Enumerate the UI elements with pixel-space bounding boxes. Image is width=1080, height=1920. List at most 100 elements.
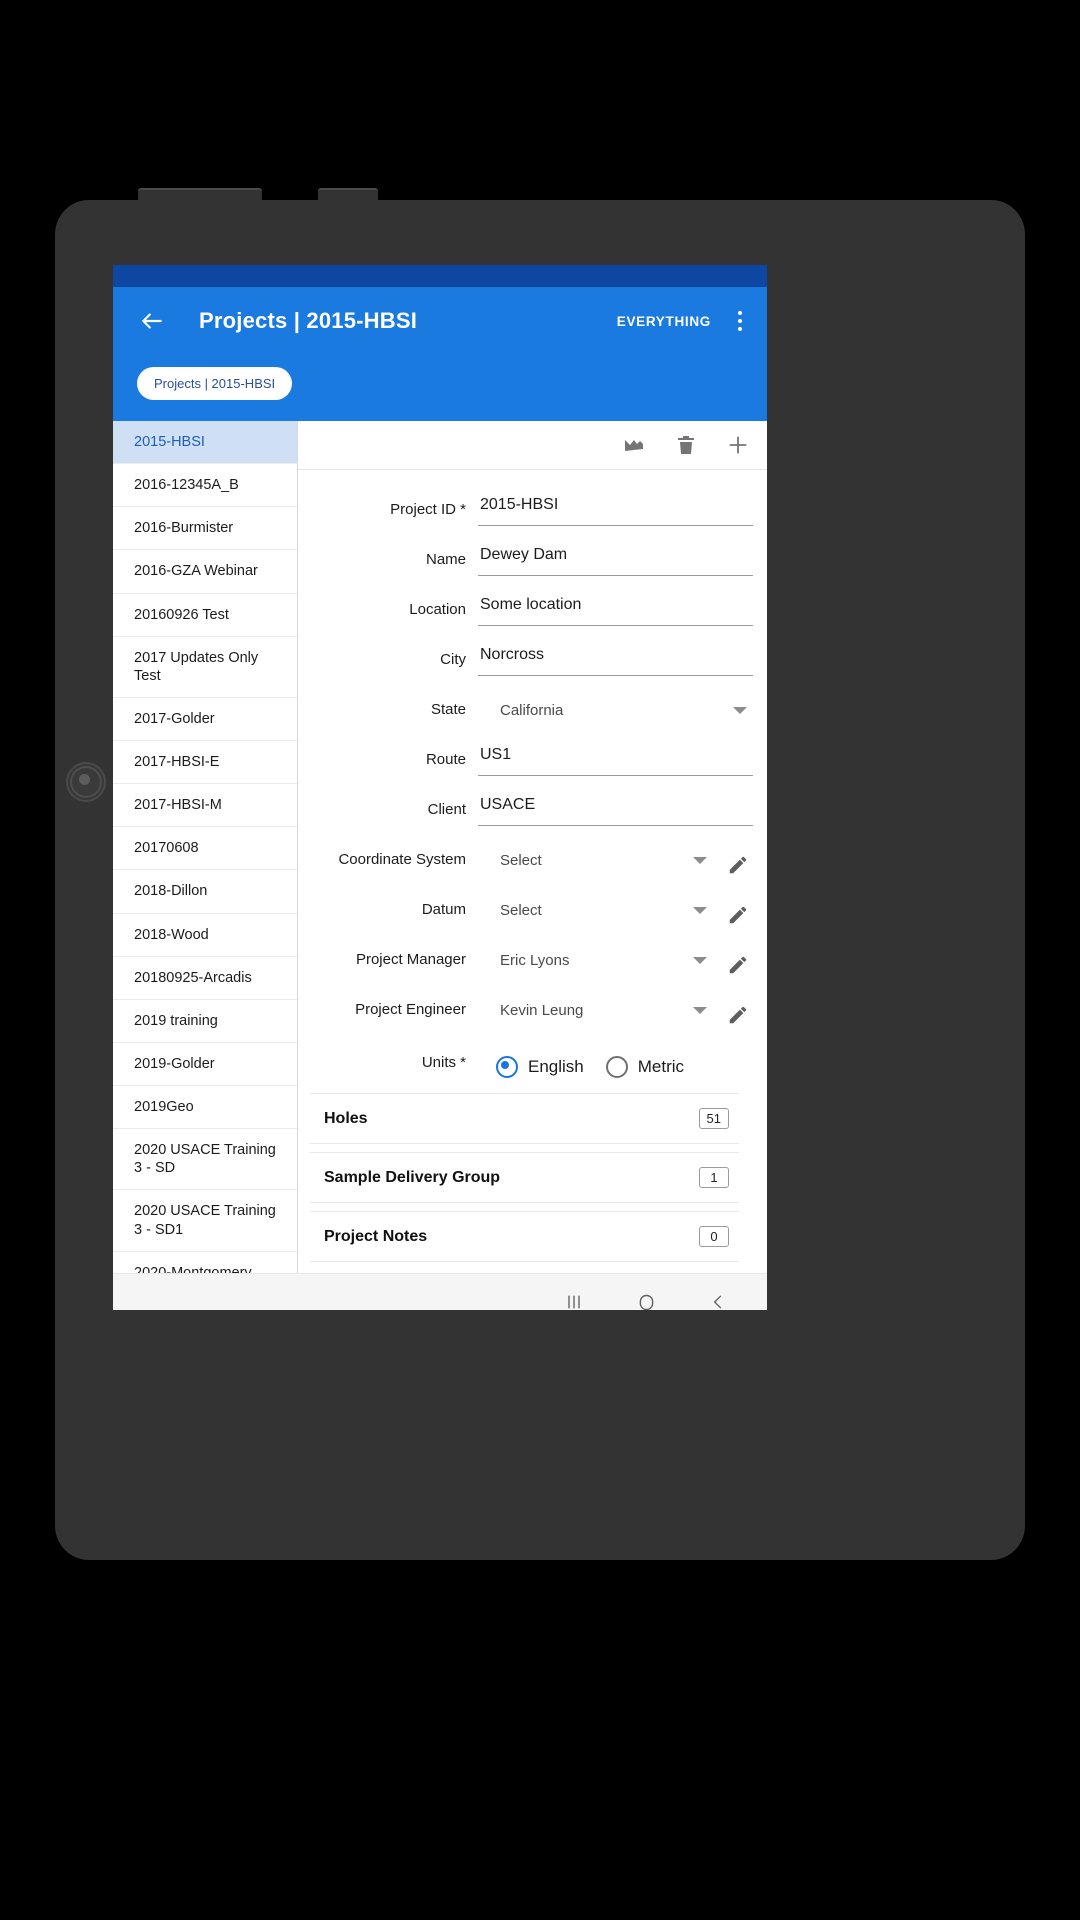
units-label: Units * bbox=[421, 1054, 466, 1071]
everything-button[interactable]: EVERYTHING bbox=[617, 314, 711, 329]
chevron-down-icon bbox=[693, 1007, 707, 1014]
sidebar-item-label: 2017-HBSI-E bbox=[134, 754, 220, 770]
field-project-manager: Project Manager Eric Lyons bbox=[298, 940, 753, 976]
radio-metric-label: Metric bbox=[637, 1056, 685, 1076]
sidebar-item-2015-hbsi[interactable]: 2015-HBSI bbox=[113, 421, 297, 465]
sidebar-item-2019-training[interactable]: 2019 training bbox=[113, 1000, 297, 1043]
units-radio-group[interactable]: English Metric bbox=[478, 1055, 713, 1078]
project-id-input[interactable]: 2015-HBSI bbox=[478, 496, 753, 526]
field-label: Project ID * bbox=[390, 501, 466, 518]
sidebar-item-2016-12345a-b[interactable]: 2016-12345A_B bbox=[113, 464, 297, 508]
device-screen: Projects | 2015-HBSI EVERYTHING Projects… bbox=[113, 265, 767, 1310]
chevron-down-icon bbox=[733, 707, 747, 714]
sidebar-item-2018-wood[interactable]: 2018-Wood bbox=[113, 914, 297, 957]
sidebar-item-2020-usace-training-3-sd1[interactable]: 2020 USACE Training 3 - SD1 bbox=[113, 1190, 297, 1252]
accordion-project-notes[interactable]: Project Notes 0 bbox=[310, 1211, 739, 1262]
accordion-title: Project Notes bbox=[324, 1227, 428, 1245]
edit-pencil-icon[interactable] bbox=[723, 854, 753, 876]
project-engineer-select[interactable]: Kevin Leung bbox=[478, 1002, 713, 1026]
project-manager-value: Eric Lyons bbox=[500, 952, 570, 969]
app-bar: Projects | 2015-HBSI EVERYTHING Projects… bbox=[113, 287, 767, 421]
project-form: Project ID * 2015-HBSI Name Dewey Dam Lo… bbox=[298, 470, 767, 1270]
sidebar-item-label: 2017 Updates Only Test bbox=[134, 649, 259, 684]
field-units: Units * English Metric bbox=[298, 1054, 753, 1079]
edit-pencil-icon[interactable] bbox=[723, 954, 753, 976]
radio-metric[interactable] bbox=[605, 1055, 628, 1078]
sidebar-item-2017-hbsi-m[interactable]: 2017-HBSI-M bbox=[113, 784, 297, 828]
sidebar-item-2016-burmister[interactable]: 2016-Burmister bbox=[113, 507, 297, 551]
sidebar-item-label: 2020-Montgomery bbox=[134, 1264, 252, 1273]
field-project-id: Project ID * 2015-HBSI bbox=[298, 490, 753, 526]
sidebar-item-label: 2019Geo bbox=[134, 1099, 194, 1115]
sidebar-item-2017-updates-only-test[interactable]: 2017 Updates Only Test bbox=[113, 637, 297, 698]
field-label: Coordinate System bbox=[338, 851, 466, 868]
accordion-holes[interactable]: Holes 51 bbox=[310, 1093, 739, 1144]
client-input[interactable]: USACE bbox=[478, 796, 753, 826]
accordion-list: Holes 51 Sample Delivery Group 1 Project… bbox=[298, 1093, 753, 1262]
field-coordinate-system: Coordinate System Select bbox=[298, 840, 753, 876]
field-label: City bbox=[440, 651, 466, 668]
sidebar-item-label: 2020 USACE Training 3 - SD bbox=[134, 1142, 276, 1177]
sidebar-item-2019geo[interactable]: 2019Geo bbox=[113, 1086, 297, 1130]
sidebar-item-label: 20180925-Arcadis bbox=[134, 969, 252, 986]
field-location: Location Some location bbox=[298, 590, 753, 626]
state-select[interactable]: California bbox=[478, 702, 753, 726]
sidebar-item-label: 2019-Golder bbox=[134, 1055, 215, 1072]
edit-pencil-icon[interactable] bbox=[723, 904, 753, 926]
home-circle-icon[interactable] bbox=[633, 1289, 659, 1310]
field-datum: Datum Select bbox=[298, 890, 753, 926]
sidebar-item-2018-dillon[interactable]: 2018-Dillon bbox=[113, 870, 297, 914]
back-chevron-icon[interactable] bbox=[705, 1289, 731, 1310]
city-input[interactable]: Norcross bbox=[478, 646, 753, 676]
android-navigation-bar bbox=[113, 1273, 767, 1310]
recents-icon[interactable] bbox=[561, 1289, 587, 1310]
arrow-left-icon[interactable] bbox=[135, 304, 169, 338]
chevron-down-icon bbox=[693, 907, 707, 914]
app-bar-row: Projects | 2015-HBSI EVERYTHING bbox=[113, 287, 767, 355]
chart-image-icon[interactable] bbox=[621, 432, 647, 458]
trash-icon[interactable] bbox=[673, 432, 699, 458]
more-vertical-icon[interactable] bbox=[727, 304, 753, 338]
sidebar-item-2019-golder[interactable]: 2019-Golder bbox=[113, 1043, 297, 1086]
sidebar-item-label: 2019 training bbox=[134, 1012, 218, 1029]
location-input[interactable]: Some location bbox=[478, 596, 753, 626]
sidebar-item-2020-montgomery[interactable]: 2020-Montgomery bbox=[113, 1252, 297, 1273]
sidebar-item-label: 2018-Dillon bbox=[134, 883, 208, 900]
detail-toolbar bbox=[298, 421, 767, 470]
sidebar-item-label: 2020 USACE Training 3 - SD1 bbox=[134, 1203, 276, 1238]
sidebar-item-label: 2015-HBSI bbox=[134, 434, 205, 450]
route-input[interactable]: US1 bbox=[478, 746, 753, 776]
sidebar-item-2017-hbsi-e[interactable]: 2017-HBSI-E bbox=[113, 741, 297, 785]
sidebar-item-20160926-test[interactable]: 20160926 Test bbox=[113, 594, 297, 637]
sidebar-item-label: 2017-HBSI-M bbox=[134, 797, 222, 814]
accordion-sample-delivery-group[interactable]: Sample Delivery Group 1 bbox=[310, 1152, 739, 1203]
radio-english[interactable] bbox=[496, 1055, 518, 1078]
field-client: Client USACE bbox=[298, 790, 753, 826]
accordion-title: Holes bbox=[324, 1109, 368, 1127]
sidebar-item-2017-golder[interactable]: 2017-Golder bbox=[113, 698, 297, 741]
name-input[interactable]: Dewey Dam bbox=[478, 546, 753, 576]
field-label: Datum bbox=[421, 901, 466, 918]
plus-icon[interactable] bbox=[725, 432, 751, 458]
sidebar-item-2016-gza-webinar[interactable]: 2016-GZA Webinar bbox=[113, 550, 297, 594]
project-detail-pane: Project ID * 2015-HBSI Name Dewey Dam Lo… bbox=[298, 421, 767, 1273]
sidebar-item-20170608[interactable]: 20170608 bbox=[113, 827, 297, 871]
field-label: Location bbox=[409, 601, 466, 618]
sidebar-item-20180925-arcadis[interactable]: 20180925-Arcadis bbox=[113, 957, 297, 1000]
status-bar bbox=[113, 265, 767, 287]
field-label: Name bbox=[425, 551, 466, 568]
datum-value: Select bbox=[500, 902, 542, 919]
sidebar-item-label: 2018-Wood bbox=[134, 926, 209, 943]
project-list-sidebar[interactable]: 2015-HBSI 2016-12345A_B 2016-Burmister 2… bbox=[113, 421, 298, 1273]
datum-select[interactable]: Select bbox=[478, 902, 713, 926]
coordinate-system-select[interactable]: Select bbox=[478, 852, 713, 876]
edit-pencil-icon[interactable] bbox=[723, 1004, 753, 1026]
field-label: Route bbox=[425, 751, 466, 768]
sidebar-item-label: 2017-Golder bbox=[134, 710, 215, 727]
breadcrumb-chip[interactable]: Projects | 2015-HBSI bbox=[137, 366, 293, 400]
sidebar-item-2020-usace-training-3-sd[interactable]: 2020 USACE Training 3 - SD bbox=[113, 1129, 297, 1191]
accordion-count-badge: 1 bbox=[699, 1167, 729, 1188]
field-city: City Norcross bbox=[298, 640, 753, 676]
field-name: Name Dewey Dam bbox=[298, 540, 753, 576]
project-manager-select[interactable]: Eric Lyons bbox=[478, 952, 713, 976]
